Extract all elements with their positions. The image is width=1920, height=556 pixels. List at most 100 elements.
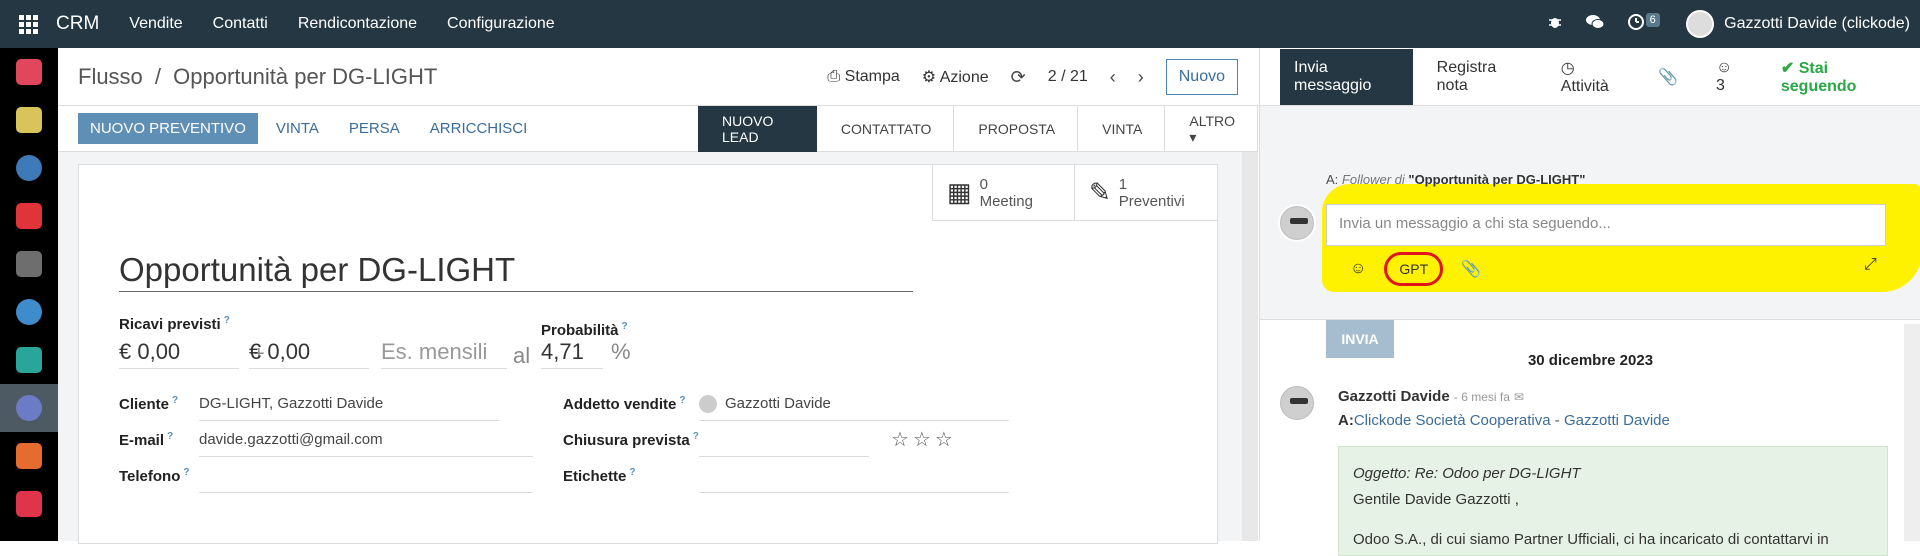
app-contacts-icon[interactable]	[0, 144, 58, 192]
menu-contatti[interactable]: Contatti	[213, 15, 268, 33]
app-helpdesk-icon[interactable]	[0, 288, 58, 336]
app-discuss-icon[interactable]	[0, 48, 58, 96]
stage-new-lead[interactable]: NUOVO LEAD	[698, 106, 817, 152]
recurring-plan-select[interactable]: Es. mensili	[381, 339, 507, 369]
help-icon[interactable]: ?	[693, 431, 699, 442]
breadcrumb-separator: /	[154, 63, 162, 89]
app-employees-icon[interactable]	[0, 336, 58, 384]
emoji-icon[interactable]: ☺	[1350, 260, 1366, 278]
message-author[interactable]: Gazzotti Davide	[1338, 388, 1450, 405]
help-icon[interactable]: ?	[167, 431, 173, 442]
help-icon[interactable]: ?	[679, 395, 685, 406]
closing-date-label: Chiusura prevista?	[563, 431, 699, 449]
stage-pipeline: NUOVO LEAD CONTATTATO PROPOSTA VINTA ALT…	[698, 106, 1258, 152]
meeting-smart-button[interactable]: ▦ 0 Meeting	[933, 165, 1075, 220]
print-button[interactable]: ⎙ Stampa	[827, 68, 899, 86]
app-sidebar	[0, 48, 58, 541]
breadcrumb-current: Opportunità per DG-LIGHT	[173, 63, 438, 89]
tags-input[interactable]	[699, 467, 1009, 493]
log-note-tab[interactable]: Registra nota	[1423, 49, 1537, 105]
gpt-button[interactable]: GPT	[1384, 252, 1444, 286]
action-label: Azione	[939, 69, 989, 86]
pager-prev-icon[interactable]: ‹	[1110, 67, 1116, 88]
expected-revenue-input[interactable]: € 0,00	[119, 339, 239, 369]
opportunity-title-input[interactable]: Opportunità per DG-LIGHT	[119, 251, 913, 292]
bug-icon[interactable]	[1547, 14, 1563, 35]
won-button[interactable]: VINTA	[264, 113, 331, 144]
expand-icon[interactable]: ⤢	[1864, 256, 1877, 274]
apps-menu-icon[interactable]	[0, 0, 56, 48]
app-crm-icon[interactable]	[0, 384, 58, 432]
salesperson-label: Addetto vendite?	[563, 395, 685, 413]
action-button[interactable]: ⚙ Azione	[922, 67, 989, 87]
top-navbar: CRM Vendite Contatti Rendicontazione Con…	[0, 0, 1920, 48]
new-quote-button[interactable]: NUOVO PREVENTIVO	[78, 113, 258, 144]
chatter-panel: Invia messaggio Registra nota ◷ Attività…	[1259, 48, 1920, 556]
probability-label-text: Probabilità	[541, 322, 619, 339]
app-sales-icon[interactable]	[0, 432, 58, 480]
stage-proposal[interactable]: PROPOSTA	[954, 106, 1079, 152]
help-icon[interactable]: ?	[622, 321, 628, 332]
app-calendar-icon[interactable]	[0, 96, 58, 144]
email-input[interactable]: davide.gazzotti@gmail.com	[199, 431, 533, 457]
probability-input[interactable]: 4,71	[541, 339, 603, 369]
form-scrollbar[interactable]	[1242, 152, 1258, 541]
attach-icon[interactable]: 📎	[1461, 259, 1481, 279]
quotes-smart-button[interactable]: ✎ 1 Preventivi	[1075, 165, 1217, 220]
recipients-line: A: Follower di "Opportunità per DG-LIGHT…	[1326, 172, 1585, 187]
help-icon[interactable]: ?	[183, 467, 189, 478]
help-icon[interactable]: ?	[172, 395, 178, 406]
message-time: - 6 mesi fa	[1453, 390, 1510, 404]
chat-icon[interactable]	[1585, 14, 1605, 35]
email-label: E-mail?	[119, 431, 173, 449]
new-button[interactable]: Nuovo	[1165, 59, 1238, 95]
activity-clock-icon[interactable]: 6	[1627, 12, 1664, 36]
salesperson-input[interactable]: Gazzotti Davide	[699, 395, 1009, 421]
chatter-scrollbar[interactable]	[1904, 324, 1920, 541]
help-icon[interactable]: ?	[224, 315, 230, 326]
pager-value[interactable]: 2 / 21	[1048, 68, 1088, 86]
activities-label: Attività	[1560, 77, 1609, 95]
enrich-button[interactable]: ARRICCHISCI	[418, 113, 540, 144]
stage-won[interactable]: VINTA	[1078, 106, 1166, 152]
user-menu[interactable]: Gazzotti Davide (clickode)	[1685, 10, 1910, 38]
attachment-button[interactable]: 📎	[1644, 57, 1692, 97]
activities-tab[interactable]: ◷ Attività	[1547, 48, 1634, 106]
app-brand[interactable]: CRM	[56, 13, 99, 35]
stage-more-dropdown[interactable]: ALTRO ▾	[1165, 106, 1258, 152]
recipient-link[interactable]: Clickode Società Cooperativa	[1354, 412, 1551, 429]
lost-button[interactable]: PERSA	[337, 113, 412, 144]
breadcrumb-parent[interactable]: Flusso	[78, 64, 143, 89]
quotes-count: 1	[1118, 175, 1128, 193]
message-recipients: A:Clickode Società Cooperativa - Gazzott…	[1338, 412, 1670, 429]
recurring-revenue-input[interactable]: € 0,00	[249, 339, 369, 369]
form-sheet: ▦ 0 Meeting ✎ 1 Preventivi Opportunità per…	[78, 164, 1218, 544]
menu-configurazione[interactable]: Configurazione	[447, 15, 555, 33]
followers-button[interactable]: ☺ 3	[1702, 49, 1757, 105]
message-input[interactable]: Invia un messaggio a chi sta seguendo...	[1326, 204, 1886, 246]
menu-vendite[interactable]: Vendite	[129, 15, 182, 33]
tags-label: Etichette?	[563, 467, 635, 485]
app-documents-icon[interactable]	[0, 192, 58, 240]
app-notes-icon[interactable]	[0, 240, 58, 288]
help-icon[interactable]: ?	[629, 467, 635, 478]
message-author-avatar[interactable]	[1278, 384, 1316, 422]
menu-rendicontazione[interactable]: Rendicontazione	[298, 15, 417, 33]
app-dashboard-icon[interactable]	[0, 480, 58, 528]
user-icon: ☺	[1716, 58, 1733, 76]
control-panel: Flusso / Opportunità per DG-LIGHT ⎙ Stam…	[58, 48, 1258, 106]
paperclip-icon: 📎	[1658, 68, 1678, 86]
recipient-link[interactable]: Gazzotti Davide	[1564, 412, 1670, 429]
follower-of-label: Follower di	[1341, 172, 1405, 187]
closing-date-input[interactable]	[699, 431, 869, 457]
refresh-icon[interactable]: ⟳	[1011, 67, 1026, 88]
stage-contacted[interactable]: CONTATTATO	[817, 106, 955, 152]
customer-label: Cliente?	[119, 395, 178, 413]
following-button[interactable]: ✔ Stai seguendo	[1767, 48, 1910, 106]
priority-stars-icon[interactable]: ☆☆☆	[891, 427, 957, 452]
message-greeting: Gentile Davide Gazzotti ,	[1353, 491, 1519, 508]
customer-input[interactable]: DG-LIGHT, Gazzotti Davide	[199, 395, 499, 421]
send-message-tab[interactable]: Invia messaggio	[1280, 48, 1413, 105]
phone-input[interactable]	[199, 467, 533, 493]
pager-next-icon[interactable]: ›	[1138, 67, 1144, 88]
